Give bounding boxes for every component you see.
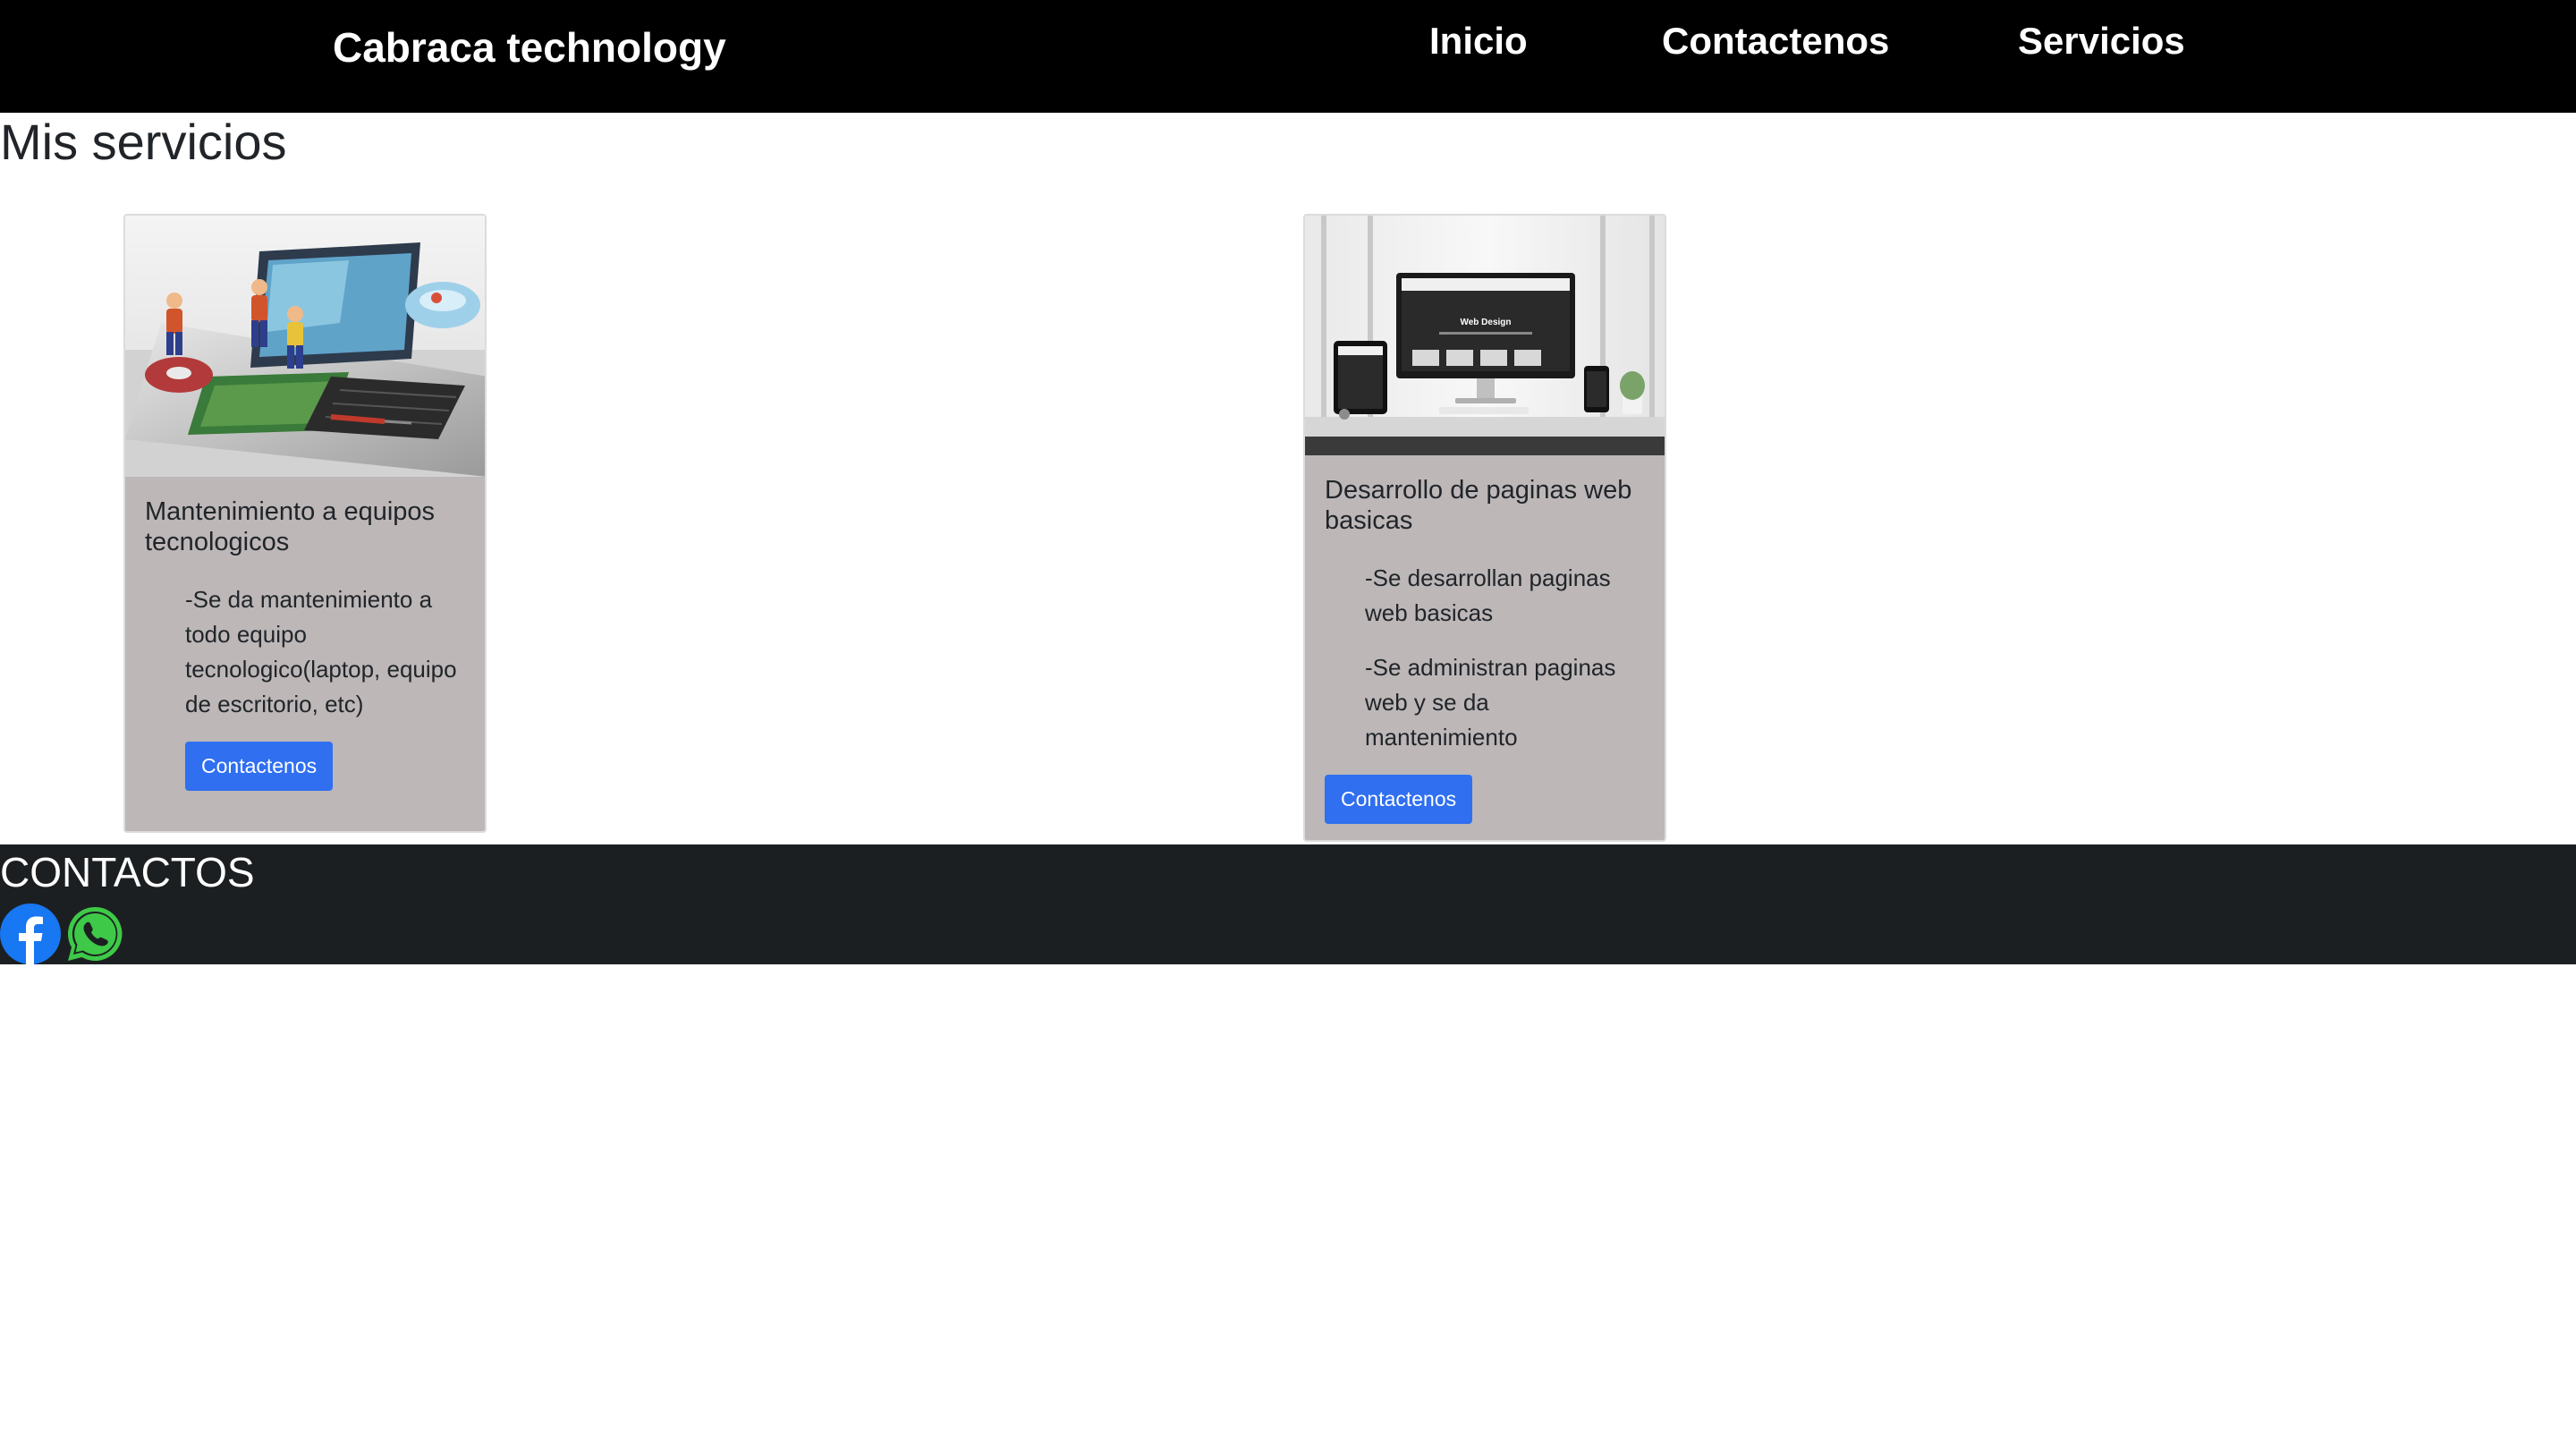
card-title: Desarrollo de paginas web basicas [1325,476,1632,535]
card-text: -Se administran paginas web y se da mant… [1365,654,1616,751]
service-card-maintenance: Mantenimiento a equipos tecnologicos -Se… [123,214,487,833]
footer: CONTACTOS [0,844,2576,964]
card-text: -Se desarrollan paginas web basicas [1365,564,1611,626]
contact-button[interactable]: Contactenos [185,742,334,791]
contact-button[interactable]: Contactenos [1325,775,1473,824]
web-design-image: Web Design [1305,216,1665,455]
laptop-repair-image [125,216,485,477]
nav-link-servicios[interactable]: Servicios [2018,20,2185,63]
footer-title: CONTACTOS [0,849,255,895]
card-title: Mantenimiento a equipos tecnologicos [145,497,436,556]
facebook-icon[interactable] [0,904,61,964]
service-card-web-development: Web Design Desarrollo de paginas web bas… [1303,214,1666,842]
whatsapp-icon[interactable] [64,904,125,964]
card-body: Desarrollo de paginas web basicas -Se de… [1305,455,1665,840]
svg-text:Web Design: Web Design [1460,318,1511,327]
brand-link[interactable]: Cabraca technology [333,23,726,72]
section-title: Mis servicios [0,114,287,170]
navbar: Cabraca technology Inicio Contactenos Se… [0,0,2576,113]
nav-link-inicio[interactable]: Inicio [1429,20,1528,63]
card-body: Mantenimiento a equipos tecnologicos -Se… [125,477,485,831]
card-text: -Se da mantenimiento a todo equipo tecno… [185,586,457,717]
nav-link-contactenos[interactable]: Contactenos [1662,20,1889,63]
